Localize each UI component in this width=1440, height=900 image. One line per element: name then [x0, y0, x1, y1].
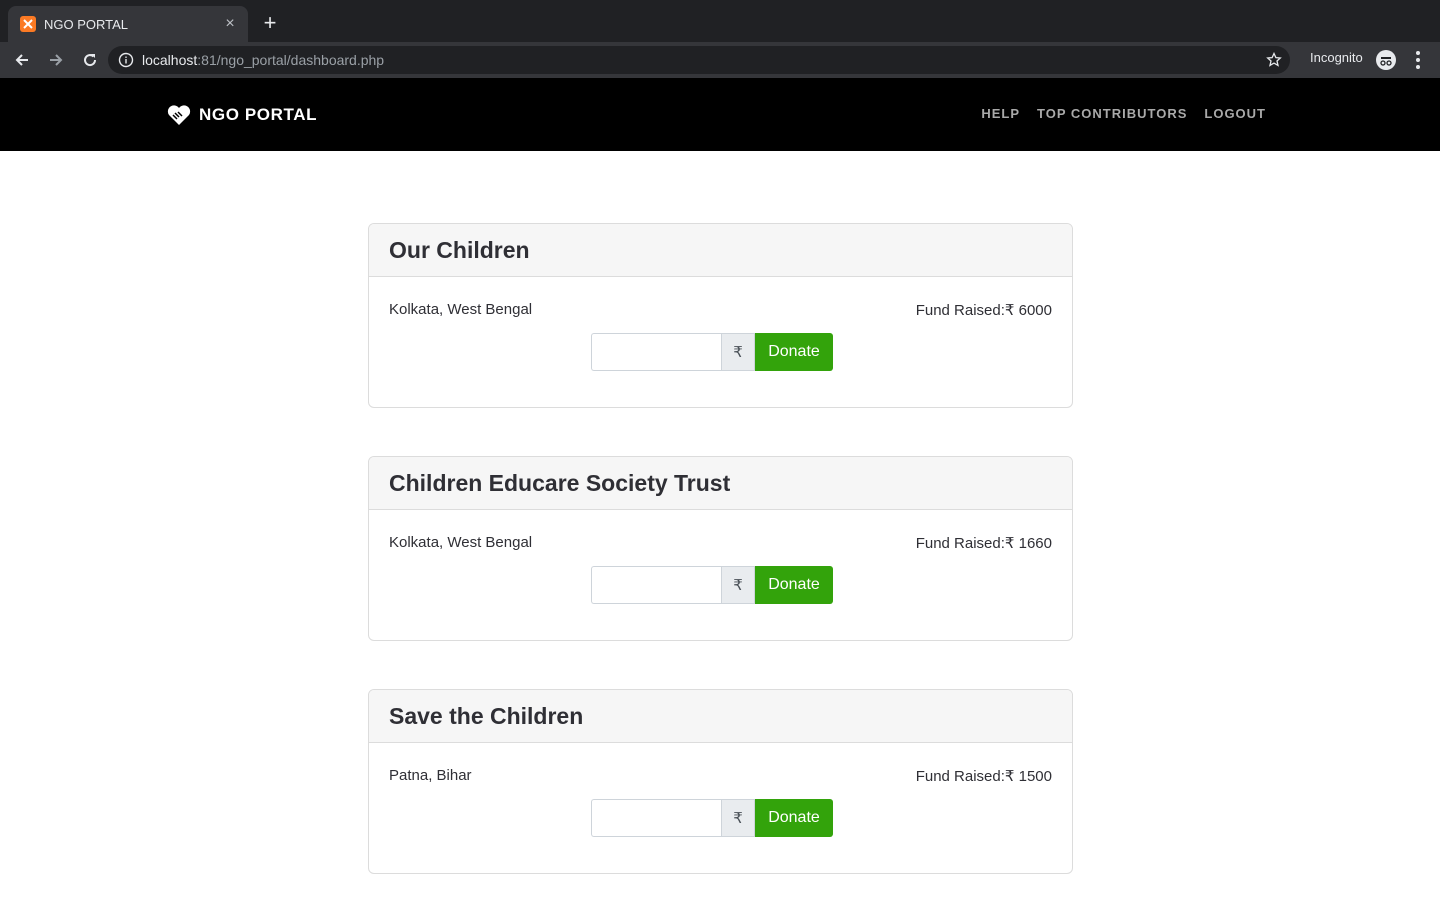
close-tab-icon[interactable]: ×	[222, 16, 238, 32]
fund-label: Fund Raised:₹	[915, 302, 1019, 319]
donation-amount-input[interactable]	[591, 566, 721, 604]
ngo-card: Save the Children Patna, Bihar Fund Rais…	[368, 689, 1073, 874]
info-icon[interactable]	[118, 52, 134, 68]
forward-arrow-icon[interactable]	[44, 48, 68, 72]
donate-button[interactable]: Donate	[755, 799, 833, 837]
heart-handshake-logo-icon	[167, 105, 191, 125]
fund-amount: 1660	[1018, 535, 1052, 552]
donation-amount-input[interactable]	[591, 799, 721, 837]
nav-links: HELP TOP CONTRIBUTORS LOGOUT	[981, 106, 1266, 121]
address-bar[interactable]: localhost:81/ngo_portal/dashboard.php	[108, 46, 1290, 74]
tab-title: NGO PORTAL	[44, 16, 129, 32]
reload-icon[interactable]	[78, 48, 102, 72]
url-path: :81/ngo_portal/dashboard.php	[197, 52, 385, 68]
ngo-card: Children Educare Society Trust Kolkata, …	[368, 456, 1073, 641]
xampp-favicon-icon	[20, 16, 36, 32]
donate-form: ₹ Donate	[591, 566, 833, 604]
url-text: localhost:81/ngo_portal/dashboard.php	[142, 52, 384, 68]
fund-amount: 6000	[1018, 302, 1052, 319]
browser-tab[interactable]: NGO PORTAL ×	[8, 6, 248, 42]
donation-amount-input[interactable]	[591, 333, 721, 371]
nav-top-contributors-link[interactable]: TOP CONTRIBUTORS	[1037, 106, 1187, 121]
bookmark-star-icon[interactable]	[1266, 51, 1282, 68]
fund-raised: Fund Raised:₹ 1500	[916, 767, 1052, 785]
card-body: Kolkata, West Bengal Fund Raised:₹ 6000 …	[369, 277, 1072, 407]
card-header: Children Educare Society Trust	[369, 457, 1072, 510]
fund-amount: 1500	[1018, 768, 1052, 785]
donate-form: ₹ Donate	[591, 799, 833, 837]
card-body: Patna, Bihar Fund Raised:₹ 1500 ₹ Donate	[369, 743, 1072, 873]
rupee-addon: ₹	[721, 566, 755, 604]
fund-label: Fund Raised:₹	[915, 768, 1019, 785]
ngo-location: Kolkata, West Bengal	[389, 534, 533, 551]
card-header: Our Children	[369, 224, 1072, 277]
ngo-location: Patna, Bihar	[389, 767, 472, 784]
brand-link[interactable]: NGO PORTAL	[166, 102, 317, 128]
ngo-card: Our Children Kolkata, West Bengal Fund R…	[368, 223, 1073, 408]
brand-name: NGO PORTAL	[199, 105, 318, 124]
url-host: localhost	[142, 52, 198, 68]
nav-help-link[interactable]: HELP	[981, 106, 1020, 121]
donate-button[interactable]: Donate	[755, 333, 833, 371]
fund-raised: Fund Raised:₹ 1660	[916, 534, 1052, 552]
donate-button[interactable]: Donate	[755, 566, 833, 604]
browser-toolbar: localhost:81/ngo_portal/dashboard.php	[0, 42, 1440, 78]
rupee-addon: ₹	[721, 799, 755, 837]
nav-logout-link[interactable]: LOGOUT	[1204, 106, 1266, 121]
ngo-name: Our Children	[389, 236, 530, 263]
browser-menu-icon[interactable]	[1410, 50, 1426, 70]
card-body: Kolkata, West Bengal Fund Raised:₹ 1660 …	[369, 510, 1072, 640]
rupee-addon: ₹	[721, 333, 755, 371]
incognito-label: Incognito	[1310, 50, 1363, 65]
card-header: Save the Children	[369, 690, 1072, 743]
new-tab-plus-icon[interactable]: +	[258, 12, 282, 36]
ngo-name: Children Educare Society Trust	[389, 469, 731, 496]
incognito-icon[interactable]	[1376, 50, 1396, 70]
donate-form: ₹ Donate	[591, 333, 833, 371]
ngo-name: Save the Children	[389, 702, 584, 729]
fund-label: Fund Raised:₹	[915, 535, 1019, 552]
back-arrow-icon[interactable]	[10, 48, 34, 72]
ngo-location: Kolkata, West Bengal	[389, 301, 533, 318]
site-navbar: NGO PORTAL HELP TOP CONTRIBUTORS LOGOUT	[0, 78, 1440, 151]
fund-raised: Fund Raised:₹ 6000	[916, 301, 1052, 319]
browser-tabstrip: NGO PORTAL × +	[0, 0, 1440, 42]
